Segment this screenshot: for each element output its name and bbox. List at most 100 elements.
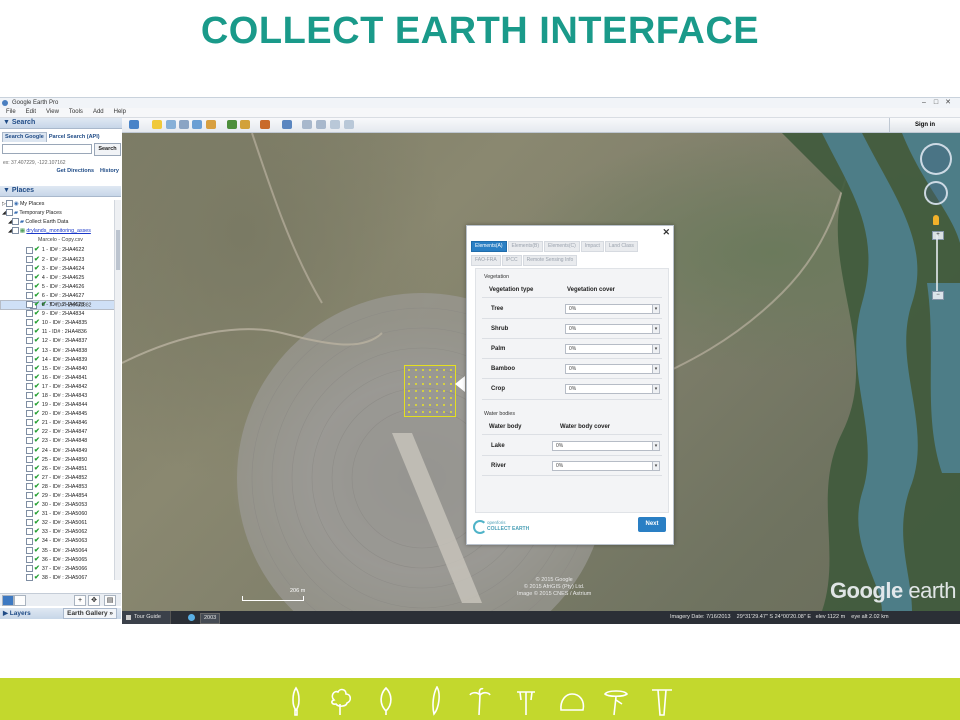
checkbox[interactable] bbox=[26, 392, 33, 400]
placemark-icon[interactable] bbox=[152, 120, 162, 129]
historical-imagery-icon[interactable] bbox=[188, 614, 195, 621]
checkbox[interactable] bbox=[5, 200, 13, 208]
checkbox[interactable] bbox=[26, 255, 33, 263]
chevron-down-icon[interactable]: ▾ bbox=[652, 365, 659, 373]
tour-guide-button[interactable]: Tour Guide bbox=[122, 611, 171, 624]
plot-list-item[interactable]: ✔ 2 - ID# : 2HA4623 bbox=[0, 255, 121, 264]
tab-parcel-search[interactable]: Parcel Search (API) bbox=[47, 133, 102, 142]
checkbox[interactable] bbox=[26, 537, 33, 545]
palm-cover-select[interactable]: 0% ▾ bbox=[565, 344, 660, 354]
plot-list-item[interactable]: ✔ 29 - ID# : 2HA4854 bbox=[0, 491, 121, 500]
historical-year[interactable]: 2003 bbox=[200, 613, 221, 624]
places-search-icon[interactable] bbox=[2, 595, 14, 606]
checkbox[interactable] bbox=[26, 428, 33, 436]
tab-elements-a[interactable]: Elements(A) bbox=[471, 241, 507, 252]
menu-tools[interactable]: Tools bbox=[69, 109, 83, 115]
plot-list-item[interactable]: ✔ 4 - ID# : 2HA4625 bbox=[0, 273, 121, 282]
plot-list-item[interactable]: ✔ 18 - ID# : 2HA4843 bbox=[0, 391, 121, 400]
plot-list-item[interactable]: ✔ 10 - ID# : 2HA4835 bbox=[0, 318, 121, 327]
plot-list-item[interactable]: ✔ 25 - ID# : 2HA4850 bbox=[0, 455, 121, 464]
plot-list-item[interactable]: ✔ 33 - ID# : 2HA5062 bbox=[0, 527, 121, 536]
close-icon[interactable]: ✕ bbox=[662, 228, 670, 237]
plot-list-item[interactable]: ✔ 24 - ID# : 2HA4849 bbox=[0, 446, 121, 455]
print-icon[interactable] bbox=[316, 120, 326, 129]
tour-icon[interactable] bbox=[206, 120, 216, 129]
zoom-in-button[interactable]: + bbox=[932, 231, 944, 240]
checkbox[interactable] bbox=[26, 273, 33, 281]
checkbox[interactable] bbox=[26, 328, 33, 336]
plot-list-item[interactable]: ✔ 1 - ID# : 2HA4622 bbox=[0, 245, 121, 254]
checkbox[interactable] bbox=[26, 528, 33, 536]
polygon-icon[interactable] bbox=[166, 120, 176, 129]
sign-in-button[interactable]: Sign in bbox=[889, 118, 960, 132]
history-link[interactable]: History bbox=[100, 168, 119, 174]
plot-list-item[interactable]: ✔ 36 - ID# : 2HA5065 bbox=[0, 555, 121, 564]
checkbox[interactable] bbox=[26, 573, 33, 581]
search-input[interactable] bbox=[2, 144, 92, 154]
street-view-icon[interactable] bbox=[933, 215, 939, 225]
checkbox[interactable] bbox=[26, 482, 33, 490]
plot-list-item[interactable]: ✔ 19 - ID# : 2HA4844 bbox=[0, 400, 121, 409]
chevron-down-icon[interactable]: ▾ bbox=[652, 462, 659, 470]
plot-list-item[interactable]: ✔ 23 - ID# : 2HA4848 bbox=[0, 436, 121, 445]
plot-list-item[interactable]: ✔ 9 - ID# : 2HA4834 bbox=[0, 309, 121, 318]
checkbox[interactable] bbox=[26, 501, 33, 509]
plot-list-item[interactable]: ✔ 13 - ID# : 2HA4838 bbox=[0, 346, 121, 355]
checkbox[interactable] bbox=[26, 373, 33, 381]
places-scrollbar[interactable] bbox=[114, 200, 121, 580]
plot-list-item[interactable]: ✔ 5 - ID# : 2HA4626 bbox=[0, 282, 121, 291]
checkbox[interactable] bbox=[11, 218, 19, 226]
chevron-down-icon[interactable]: ▾ bbox=[652, 442, 659, 450]
plot-list-item[interactable]: ✔ 27 - ID# : 2HA4852 bbox=[0, 473, 121, 482]
plot-list-item[interactable]: ✔ 12 - ID# : 2HA4837 bbox=[0, 336, 121, 345]
plot-list-item[interactable]: ✔ 15 - ID# : 2HA4840 bbox=[0, 364, 121, 373]
plot-list-item[interactable]: ✔ 20 - ID# : 2HA4845 bbox=[0, 409, 121, 418]
checkbox[interactable] bbox=[26, 555, 33, 563]
checkbox[interactable] bbox=[26, 519, 33, 527]
checkbox[interactable] bbox=[26, 382, 33, 390]
checkbox[interactable] bbox=[26, 264, 33, 272]
search-panel-header[interactable]: ▼ Search bbox=[0, 118, 122, 129]
checkbox[interactable] bbox=[26, 291, 33, 299]
plot-list-item[interactable]: ✔ 28 - ID# : 2HA4853 bbox=[0, 482, 121, 491]
tab-impact[interactable]: Impact bbox=[580, 241, 604, 252]
email-icon[interactable] bbox=[302, 120, 312, 129]
compass-ring-icon[interactable] bbox=[920, 143, 952, 175]
save-image-icon[interactable] bbox=[330, 120, 340, 129]
tab-fao-fra[interactable]: FAO-FRA bbox=[471, 255, 501, 266]
planets-icon[interactable] bbox=[260, 120, 270, 129]
tab-ipcc[interactable]: IPCC bbox=[501, 255, 522, 266]
minimize-button[interactable]: – bbox=[918, 98, 930, 108]
plot-list-item[interactable]: ✔ 8 - ID# : 2HA4628 bbox=[0, 300, 121, 309]
tree-item-my-places[interactable]: ▷ ◉ My Places bbox=[0, 200, 121, 209]
scrollbar-thumb[interactable] bbox=[116, 230, 120, 270]
plot-list-item[interactable]: ✔ 34 - ID# : 2HA5063 bbox=[0, 536, 121, 545]
checkbox[interactable] bbox=[11, 227, 19, 235]
checkbox[interactable] bbox=[26, 437, 33, 445]
bamboo-cover-select[interactable]: 0% ▾ bbox=[565, 364, 660, 374]
tab-remote-sensing-info[interactable]: Remote Sensing Info bbox=[522, 255, 578, 266]
chevron-down-icon[interactable]: ▾ bbox=[652, 305, 659, 313]
checkbox[interactable] bbox=[5, 209, 13, 217]
ruler-icon[interactable] bbox=[282, 120, 292, 129]
checkbox[interactable] bbox=[26, 310, 33, 318]
places-panel-header[interactable]: ▼ Places bbox=[0, 186, 121, 197]
tree-item-drylands[interactable]: ◢ ▦ drylands_monitoring_asses bbox=[0, 227, 121, 236]
checkbox[interactable] bbox=[26, 282, 33, 290]
checkbox[interactable] bbox=[26, 355, 33, 363]
sunlight-icon[interactable] bbox=[240, 120, 250, 129]
tab-search-google[interactable]: Search Google bbox=[2, 132, 47, 142]
search-button[interactable]: Search bbox=[94, 143, 121, 156]
plot-list-item[interactable]: ✔ 30 - ID# : 2HA5053 bbox=[0, 500, 121, 509]
menu-file[interactable]: File bbox=[6, 109, 16, 115]
checkbox[interactable] bbox=[26, 419, 33, 427]
chevron-down-icon[interactable]: ▾ bbox=[652, 385, 659, 393]
plot-list-item[interactable]: ✔ 16 - ID# : 2HA4841 bbox=[0, 373, 121, 382]
chevron-down-icon[interactable]: ▾ bbox=[652, 325, 659, 333]
checkbox[interactable] bbox=[26, 337, 33, 345]
historical-imagery-icon[interactable] bbox=[227, 120, 237, 129]
plot-list-item[interactable]: ✔ 31 - ID# : 2HA5060 bbox=[0, 509, 121, 518]
checkbox[interactable] bbox=[26, 401, 33, 409]
menu-add[interactable]: Add bbox=[93, 109, 104, 115]
tab-land-class[interactable]: Land Class bbox=[604, 241, 638, 252]
